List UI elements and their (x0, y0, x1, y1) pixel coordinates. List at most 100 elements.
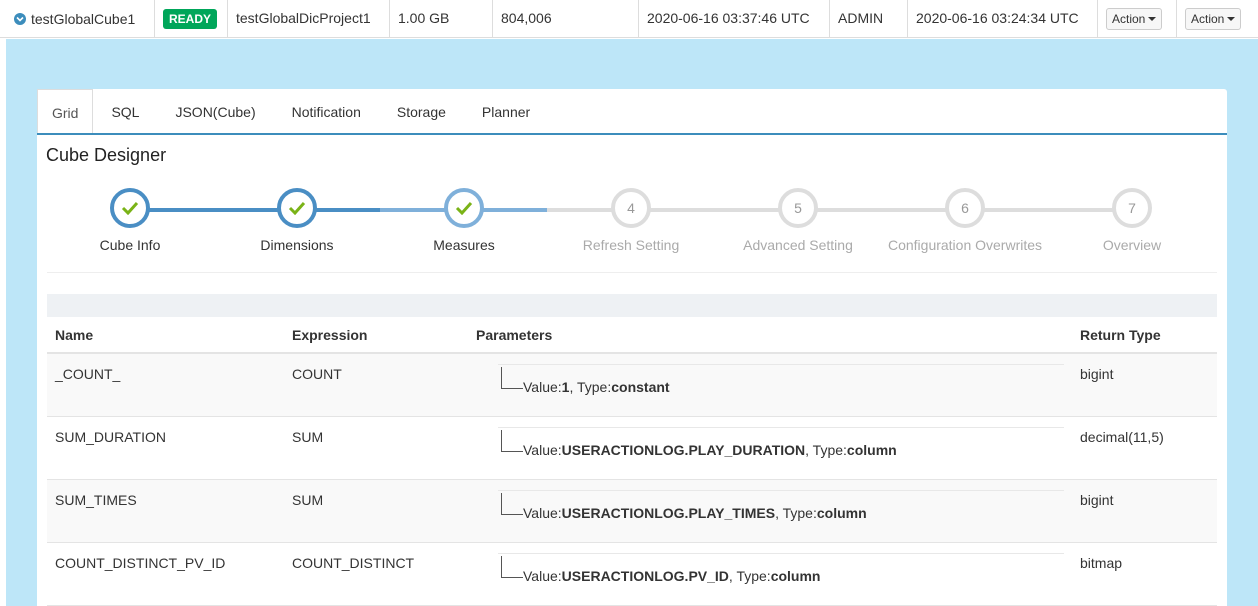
table-row: _COUNT_ COUNT Value:1, Type:constant big… (47, 354, 1217, 417)
measure-parameters: Value:USERACTIONLOG.PLAY_TIMES, Type:col… (476, 480, 1080, 542)
chevron-down-icon[interactable] (14, 13, 26, 25)
step-label: Cube Info (99, 237, 161, 253)
create-time: 2020-06-16 03:24:34 UTC (908, 0, 1098, 38)
value-label: Value: (523, 568, 562, 584)
measure-expression: COUNT_DISTINCT (292, 555, 415, 571)
step-label: Dimensions (260, 237, 334, 253)
step-circle: 4 (611, 188, 651, 228)
tree-connector (501, 556, 523, 578)
check-icon (455, 201, 473, 215)
parameter-type: column (846, 442, 897, 458)
parameter-type: constant (611, 379, 670, 395)
step-measures[interactable]: Measures (379, 185, 549, 253)
header-expression: Expression (292, 326, 368, 343)
detail-tabs: Grid SQL JSON(Cube) Notification Storage… (37, 89, 1227, 135)
action-label: Action (1112, 12, 1146, 26)
measure-parameters: Value:1, Type:constant (476, 354, 1080, 416)
step-circle (277, 188, 317, 228)
divider (47, 272, 1217, 273)
step-label: Refresh Setting (582, 237, 680, 253)
header-return-type: Return Type (1080, 326, 1161, 343)
tab-planner[interactable]: Planner (464, 89, 548, 133)
tab-notification[interactable]: Notification (274, 89, 379, 133)
header-parameters: Parameters (476, 326, 553, 343)
owner: ADMIN (830, 0, 908, 38)
step-overview[interactable]: 7 Overview (1047, 185, 1217, 253)
step-configuration-overwrites[interactable]: 6 Configuration Overwrites (880, 185, 1050, 253)
project-name: testGlobalDicProject1 (228, 0, 390, 38)
measure-name: COUNT_DISTINCT_PV_ID (55, 555, 226, 571)
page-title: Cube Designer (46, 145, 167, 165)
admin-action-dropdown-button[interactable]: Action (1185, 8, 1242, 30)
tab-sql[interactable]: SQL (93, 89, 157, 133)
measure-return-type: bigint (1080, 492, 1114, 508)
cube-size: 1.00 GB (390, 0, 493, 38)
parameter-text: Value:1, Type:constant (523, 379, 670, 395)
parameter-value: USERACTIONLOG.PV_ID (561, 568, 729, 584)
table-toolbar (47, 294, 1217, 317)
measure-name: _COUNT_ (55, 366, 121, 382)
parameter-type: column (770, 568, 821, 584)
step-dimensions[interactable]: Dimensions (212, 185, 382, 253)
caret-down-icon (1148, 17, 1157, 21)
tab-grid[interactable]: Grid (37, 89, 94, 133)
value-label: Value: (523, 442, 562, 458)
parameter-value: USERACTIONLOG.PLAY_TIMES (561, 505, 776, 521)
measure-name: SUM_TIMES (55, 492, 137, 508)
parameter-value: USERACTIONLOG.PLAY_DURATION (561, 442, 806, 458)
action-label: Action (1191, 12, 1225, 26)
step-circle: 6 (945, 188, 985, 228)
caret-down-icon (1227, 17, 1236, 21)
parameter-text: Value:USERACTIONLOG.PLAY_TIMES, Type:col… (523, 505, 867, 521)
step-label: Advanced Setting (743, 237, 853, 253)
tree-connector (501, 430, 523, 452)
action-cell-2: Action (1177, 0, 1258, 38)
action-dropdown-button[interactable]: Action (1106, 8, 1163, 30)
step-circle (110, 188, 150, 228)
measure-name: SUM_DURATION (55, 429, 166, 445)
last-build-time: 2020-06-16 03:37:46 UTC (639, 0, 830, 38)
measure-return-type: bitmap (1080, 555, 1123, 571)
check-icon (288, 201, 306, 215)
table-row: SUM_DURATION SUM Value:USERACTIONLOG.PLA… (47, 417, 1217, 480)
check-icon (121, 201, 139, 215)
header-name: Name (55, 326, 94, 343)
measures-table: Name Expression Parameters Return Type _… (47, 317, 1217, 606)
step-label: Measures (433, 237, 495, 253)
cube-detail-panel: Grid SQL JSON(Cube) Notification Storage… (37, 89, 1227, 606)
cube-name-cell[interactable]: testGlobalCube1 (0, 0, 155, 38)
step-refresh-setting[interactable]: 4 Refresh Setting (546, 185, 716, 253)
measure-expression: COUNT (292, 366, 342, 382)
parameter-tree: Value:USERACTIONLOG.PV_ID, Type:column (498, 553, 1064, 589)
value-label: Value: (523, 505, 562, 521)
measure-return-type: bigint (1080, 366, 1114, 382)
step-advanced-setting[interactable]: 5 Advanced Setting (713, 185, 883, 253)
measure-expression: SUM (292, 429, 324, 445)
type-label: , Type: (569, 379, 612, 395)
measure-parameters: Value:USERACTIONLOG.PV_ID, Type:column (476, 543, 1080, 605)
step-circle (444, 188, 484, 228)
parameter-text: Value:USERACTIONLOG.PLAY_DURATION, Type:… (523, 442, 897, 458)
cube-name[interactable]: testGlobalCube1 (31, 1, 135, 37)
tab-json-cube[interactable]: JSON(Cube) (157, 89, 273, 133)
status-cell: READY (155, 0, 228, 38)
tab-storage[interactable]: Storage (379, 89, 464, 133)
measure-expression: SUM (292, 492, 324, 508)
measure-return-type: decimal(11,5) (1080, 429, 1164, 445)
tree-connector (501, 367, 523, 389)
parameter-type: column (816, 505, 867, 521)
action-cell-1: Action (1098, 0, 1177, 38)
step-label: Overview (1102, 237, 1162, 253)
wizard-stepper: Cube Info Dimensions Measures 4 Refresh … (37, 185, 1227, 265)
step-circle: 5 (778, 188, 818, 228)
value-label: Value: (523, 379, 562, 395)
tree-connector (501, 493, 523, 515)
type-label: , Type: (775, 505, 817, 521)
table-header: Name Expression Parameters Return Type (47, 317, 1217, 354)
type-label: , Type: (805, 442, 847, 458)
table-row: COUNT_DISTINCT_PV_ID COUNT_DISTINCT Valu… (47, 543, 1217, 606)
step-cube-info[interactable]: Cube Info (45, 185, 215, 253)
step-circle: 7 (1112, 188, 1152, 228)
cube-summary-row: testGlobalCube1 READY testGlobalDicProje… (0, 0, 1258, 38)
measure-parameters: Value:USERACTIONLOG.PLAY_DURATION, Type:… (476, 417, 1080, 479)
